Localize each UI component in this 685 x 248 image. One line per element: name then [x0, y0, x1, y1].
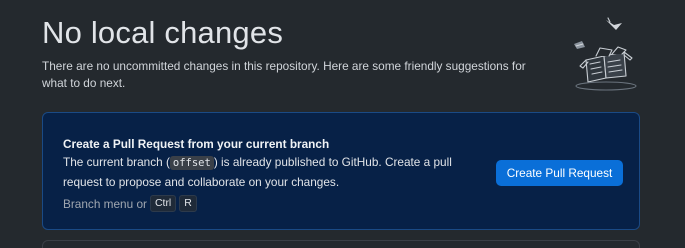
page-title: No local changes [42, 15, 284, 50]
card-description: The current branch (offset) is already p… [63, 153, 463, 192]
branch-name: offset [169, 156, 214, 170]
shortcut-key-r: R [179, 195, 197, 212]
empty-repo-illustration-icon [566, 14, 646, 94]
create-pull-request-card: Create a Pull Request from your current … [42, 112, 640, 230]
no-local-changes-view: No local changes There are no uncommitte… [0, 0, 685, 248]
card-description-start: The current branch ( [63, 155, 170, 169]
shortcut-key-ctrl: Ctrl [149, 195, 177, 212]
create-pull-request-button[interactable]: Create Pull Request [496, 160, 623, 186]
card-title: Create a Pull Request from your current … [63, 137, 330, 151]
shortcut-hint: Branch menu or Ctrl R [63, 195, 197, 212]
next-suggestion-card [42, 240, 640, 248]
shortcut-hint-label: Branch menu or [63, 196, 147, 211]
page-subtitle: There are no uncommitted changes in this… [42, 59, 526, 90]
